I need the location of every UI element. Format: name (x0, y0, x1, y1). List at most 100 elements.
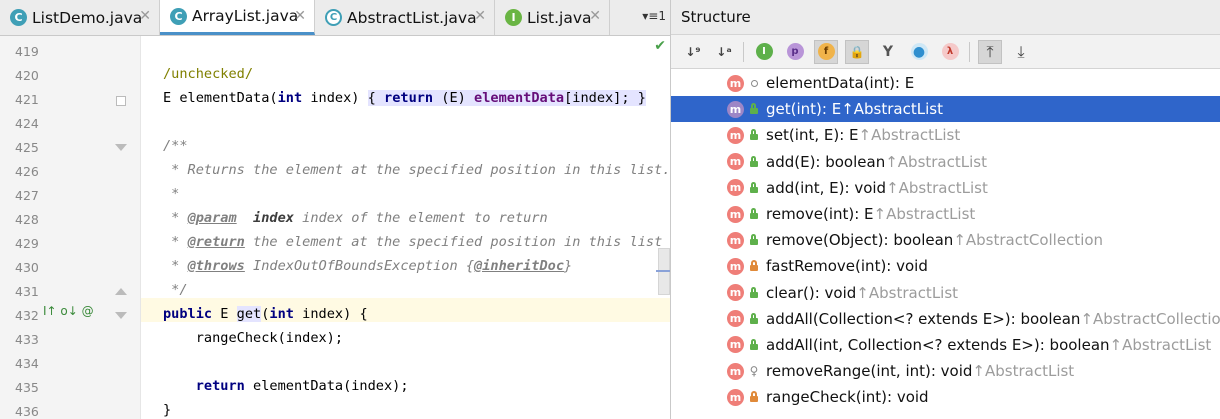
panel-title: Structure (681, 8, 751, 26)
public-icon (748, 129, 760, 141)
public-icon (748, 312, 760, 325)
tab-abstractlist[interactable]: C AbstractList.java ✕ (315, 0, 495, 35)
method-icon: m (727, 205, 744, 223)
method-icon: m (727, 362, 744, 380)
autoscroll-to-source-icon[interactable]: ⤒ (978, 39, 1002, 64)
autoscroll-from-source-icon[interactable]: ⤓ (1009, 40, 1033, 64)
class-icon: C (10, 9, 27, 26)
tab-label: ListDemo.java (32, 8, 143, 27)
code-line-430: * @throws IndexOutOfBoundsException {@in… (163, 258, 573, 274)
list-item[interactable]: m set(int, E): E ↑AbstractList (671, 122, 1220, 148)
line-number: 425 (15, 140, 39, 155)
public-icon (748, 286, 760, 299)
show-properties-icon[interactable]: p (783, 40, 807, 64)
list-item[interactable]: m elementData(int): E (671, 70, 1220, 96)
code-line-425: /** (163, 138, 188, 154)
close-icon[interactable]: ✕ (294, 8, 306, 24)
line-number: 424 (15, 116, 39, 131)
public-icon (748, 234, 760, 246)
code-line-421: E elementData(int index) { return (E) el… (163, 90, 646, 106)
fold-end-icon[interactable] (115, 288, 127, 295)
code-line-432: public E get(int index) { (163, 306, 368, 322)
tab-listdemo[interactable]: C ListDemo.java ✕ (0, 0, 160, 35)
tab-list[interactable]: I List.java ✕ (495, 0, 610, 35)
interface-icon: I (505, 9, 522, 26)
fold-collapse-icon[interactable] (115, 312, 127, 319)
sort-alpha-icon[interactable]: ↓ᵃ (712, 40, 736, 64)
method-icon: m (727, 126, 744, 144)
public-icon (748, 208, 760, 220)
line-number: 429 (15, 236, 39, 251)
structure-panel: Structure ↓⁹ ↓ᵃ I p f 🔒 Y ● λ ⤒ ⤓ m eleme… (670, 0, 1220, 419)
list-item[interactable]: m rangeCheck(int): void (671, 384, 1220, 410)
list-item[interactable]: m fastRemove(int): void (671, 253, 1220, 279)
method-icon: m (727, 100, 744, 118)
sort-visibility-icon[interactable]: ↓⁹ (681, 40, 705, 64)
show-anonymous-icon[interactable]: ● (907, 40, 931, 64)
tab-label: ArrayList.java (192, 7, 299, 25)
list-item[interactable]: m add(int, E): void ↑AbstractList (671, 175, 1220, 201)
method-icon: m (727, 284, 744, 302)
line-number: 421 (15, 92, 39, 107)
show-non-public-icon[interactable]: 🔒 (845, 39, 869, 64)
tab-label: AbstractList.java (347, 8, 477, 27)
list-item[interactable]: m remove(int): E ↑AbstractList (671, 201, 1220, 227)
method-icon: m (727, 74, 744, 92)
public-icon (748, 338, 760, 351)
close-icon[interactable]: ✕ (589, 8, 601, 24)
fold-collapse-icon[interactable] (115, 144, 127, 151)
code-line-431: */ (163, 282, 188, 298)
abstract-class-icon: C (325, 9, 342, 26)
method-icon: m (727, 153, 744, 171)
close-icon[interactable]: ✕ (474, 8, 486, 24)
structure-tree[interactable]: m elementData(int): E m get(int): E ↑Abstr… (671, 70, 1220, 410)
structure-toolbar: ↓⁹ ↓ᵃ I p f 🔒 Y ● λ ⤒ ⤓ (671, 35, 1220, 69)
fold-expand-icon[interactable] (116, 96, 126, 106)
code-area[interactable]: /unchecked/ E elementData(int index) { r… (141, 36, 670, 419)
close-icon[interactable]: ✕ (139, 8, 151, 24)
public-icon (748, 155, 760, 168)
code-line-433: rangeCheck(index); (163, 330, 344, 346)
tab-list-menu-icon[interactable]: ▾≡1 (642, 9, 666, 23)
tab-arraylist[interactable]: C ArrayList.java ✕ (160, 0, 315, 35)
line-number: 419 (15, 44, 39, 59)
class-icon: C (170, 7, 187, 25)
method-icon: m (727, 388, 744, 406)
code-line-436: } (163, 402, 172, 418)
show-fields-icon[interactable]: f (814, 39, 838, 64)
implementing-method-markers-icon[interactable]: I↑ o↓ @ (43, 304, 94, 318)
line-number: 427 (15, 188, 39, 203)
public-icon (748, 103, 760, 115)
line-number: 431 (15, 284, 39, 299)
method-icon: m (727, 179, 744, 197)
list-item[interactable]: m add(E): boolean ↑AbstractList (671, 149, 1220, 175)
list-item[interactable]: m clear(): void ↑AbstractList (671, 280, 1220, 306)
line-number: 432 (15, 308, 39, 323)
editor-tab-bar: C ListDemo.java ✕ C ArrayList.java ✕ C A… (0, 0, 670, 36)
list-item[interactable]: m get(int): E ↑AbstractList (671, 96, 1220, 123)
method-icon: m (727, 257, 744, 275)
code-line-435: return elementData(index); (195, 378, 409, 394)
toolbar-separator (743, 41, 744, 62)
private-lock-icon (748, 391, 760, 403)
line-number: 430 (15, 260, 39, 275)
code-line-429: * @return the element at the specified p… (163, 234, 663, 250)
method-icon: m (727, 231, 744, 249)
line-number: 435 (15, 380, 39, 395)
line-number: 420 (15, 68, 39, 83)
no-problems-check-icon: ✔ (654, 38, 666, 54)
list-item[interactable]: m ♀ removeRange(int, int): void ↑AbstractL… (671, 358, 1220, 384)
list-item[interactable]: m addAll(Collection<? extends E>): boolea… (671, 306, 1220, 332)
scroll-caret-marker (656, 270, 670, 272)
code-editor[interactable]: C ListDemo.java ✕ C ArrayList.java ✕ C A… (0, 0, 670, 419)
protected-key-icon: ♀ (749, 364, 759, 379)
list-item[interactable]: m remove(Object): boolean ↑AbstractCollec… (671, 227, 1220, 253)
show-lambdas-icon[interactable]: λ (938, 40, 962, 64)
line-number: 433 (15, 332, 39, 347)
editor-gutter[interactable]: 419 420 421 424 425 426 427 428 429 430 … (0, 36, 141, 419)
folded-region[interactable]: { return (E) elementData[index]; } (367, 90, 646, 106)
group-methods-icon[interactable]: Y (876, 40, 900, 64)
code-line-427: * (163, 186, 180, 202)
show-inherited-icon[interactable]: I (752, 40, 776, 64)
list-item[interactable]: m addAll(int, Collection<? extends E>): b… (671, 332, 1220, 358)
